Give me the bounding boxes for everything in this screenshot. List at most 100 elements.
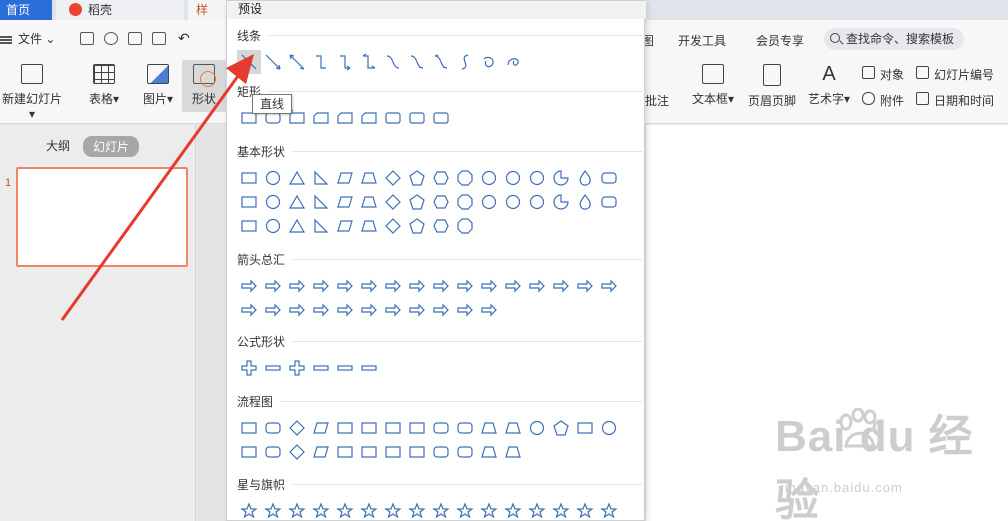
shape-option[interactable] bbox=[357, 440, 381, 464]
shape-line-straight[interactable] bbox=[237, 50, 261, 74]
shape-option[interactable] bbox=[333, 106, 357, 130]
shape-option[interactable] bbox=[381, 190, 405, 214]
shape-button[interactable]: 形状 bbox=[182, 60, 226, 112]
shape-option[interactable] bbox=[573, 499, 597, 521]
shape-option[interactable] bbox=[381, 50, 405, 74]
save-icon[interactable] bbox=[80, 32, 94, 45]
print-icon[interactable] bbox=[128, 32, 142, 45]
tab-docer[interactable]: 稻壳 bbox=[56, 0, 184, 20]
shape-option[interactable] bbox=[549, 190, 573, 214]
shape-option[interactable] bbox=[237, 416, 261, 440]
shape-option[interactable] bbox=[285, 416, 309, 440]
shape-option[interactable] bbox=[285, 499, 309, 521]
shape-option[interactable] bbox=[405, 274, 429, 298]
shape-option[interactable] bbox=[309, 214, 333, 238]
shape-option[interactable] bbox=[285, 50, 309, 74]
shape-option[interactable] bbox=[405, 416, 429, 440]
shape-option[interactable] bbox=[597, 416, 621, 440]
shape-option[interactable] bbox=[357, 214, 381, 238]
shape-option[interactable] bbox=[597, 190, 621, 214]
shape-option[interactable] bbox=[453, 50, 477, 74]
shape-option[interactable] bbox=[261, 50, 285, 74]
shape-option[interactable] bbox=[453, 166, 477, 190]
shape-option[interactable] bbox=[309, 106, 333, 130]
shape-option[interactable] bbox=[573, 166, 597, 190]
shape-option[interactable] bbox=[357, 416, 381, 440]
shape-option[interactable] bbox=[477, 416, 501, 440]
shape-option[interactable] bbox=[597, 274, 621, 298]
shape-option[interactable] bbox=[357, 166, 381, 190]
header-footer-button[interactable]: 页眉页脚 bbox=[744, 64, 800, 109]
tab-slides[interactable]: 幻灯片 bbox=[83, 136, 140, 157]
shape-option[interactable] bbox=[309, 440, 333, 464]
shape-option[interactable] bbox=[261, 214, 285, 238]
shape-option[interactable] bbox=[501, 274, 525, 298]
shape-option[interactable] bbox=[333, 166, 357, 190]
shape-option[interactable] bbox=[261, 356, 285, 380]
slide-number-button[interactable]: 幻灯片编号 bbox=[916, 66, 994, 83]
shape-option[interactable] bbox=[357, 499, 381, 521]
shape-option[interactable] bbox=[261, 274, 285, 298]
shape-option[interactable] bbox=[357, 356, 381, 380]
menu-item-dev-tools[interactable]: 开发工具 bbox=[678, 32, 726, 49]
shape-option[interactable] bbox=[333, 499, 357, 521]
wordart-button[interactable]: A 艺术字▾ bbox=[804, 64, 854, 107]
textbox-button[interactable]: 文本框▾ bbox=[688, 64, 738, 107]
shape-option[interactable] bbox=[309, 356, 333, 380]
shape-option[interactable] bbox=[453, 440, 477, 464]
shape-option[interactable] bbox=[309, 50, 333, 74]
shape-option[interactable] bbox=[357, 106, 381, 130]
shape-option[interactable] bbox=[477, 499, 501, 521]
shape-option[interactable] bbox=[573, 190, 597, 214]
shape-option[interactable] bbox=[477, 274, 501, 298]
shape-option[interactable] bbox=[597, 499, 621, 521]
shape-option[interactable] bbox=[261, 298, 285, 322]
shape-option[interactable] bbox=[429, 440, 453, 464]
shape-option[interactable] bbox=[333, 416, 357, 440]
shape-option[interactable] bbox=[573, 416, 597, 440]
shape-option[interactable] bbox=[405, 190, 429, 214]
shape-option[interactable] bbox=[549, 499, 573, 521]
shape-option[interactable] bbox=[453, 214, 477, 238]
shape-option[interactable] bbox=[501, 190, 525, 214]
shape-option[interactable] bbox=[309, 416, 333, 440]
format-painter-icon[interactable] bbox=[104, 32, 118, 45]
object-button[interactable]: 对象 bbox=[862, 66, 904, 83]
shape-option[interactable] bbox=[285, 440, 309, 464]
shape-option[interactable] bbox=[549, 166, 573, 190]
date-time-button[interactable]: 日期和时间 bbox=[916, 92, 994, 109]
shape-option[interactable] bbox=[333, 440, 357, 464]
shape-option[interactable] bbox=[285, 214, 309, 238]
search-command-box[interactable]: 查找命令、搜索模板 bbox=[824, 28, 964, 50]
shape-option[interactable] bbox=[285, 356, 309, 380]
shape-option[interactable] bbox=[429, 190, 453, 214]
shape-option[interactable] bbox=[549, 416, 573, 440]
shape-option[interactable] bbox=[381, 298, 405, 322]
shape-option[interactable] bbox=[525, 190, 549, 214]
shape-option[interactable] bbox=[237, 356, 261, 380]
shape-option[interactable] bbox=[309, 166, 333, 190]
shape-option[interactable] bbox=[501, 166, 525, 190]
shape-option[interactable] bbox=[453, 416, 477, 440]
attachment-button[interactable]: 附件 bbox=[862, 92, 904, 109]
shape-option[interactable] bbox=[381, 274, 405, 298]
shape-option[interactable] bbox=[309, 298, 333, 322]
shape-option[interactable] bbox=[333, 274, 357, 298]
tab-home[interactable]: 首页 bbox=[0, 0, 52, 20]
shape-option[interactable] bbox=[429, 214, 453, 238]
shape-option[interactable] bbox=[501, 416, 525, 440]
shape-option[interactable] bbox=[285, 274, 309, 298]
shape-option[interactable] bbox=[333, 356, 357, 380]
shape-option[interactable] bbox=[381, 499, 405, 521]
shape-option[interactable] bbox=[405, 298, 429, 322]
picture-button[interactable]: 图片▾ bbox=[138, 64, 178, 107]
shape-option[interactable] bbox=[453, 298, 477, 322]
shape-option[interactable] bbox=[309, 190, 333, 214]
shape-option[interactable] bbox=[501, 499, 525, 521]
shape-option[interactable] bbox=[261, 416, 285, 440]
shape-option[interactable] bbox=[237, 440, 261, 464]
file-menu[interactable]: 文件 ⌄ bbox=[0, 30, 55, 47]
shape-option[interactable] bbox=[261, 190, 285, 214]
shape-option[interactable] bbox=[597, 166, 621, 190]
shape-option[interactable] bbox=[525, 166, 549, 190]
